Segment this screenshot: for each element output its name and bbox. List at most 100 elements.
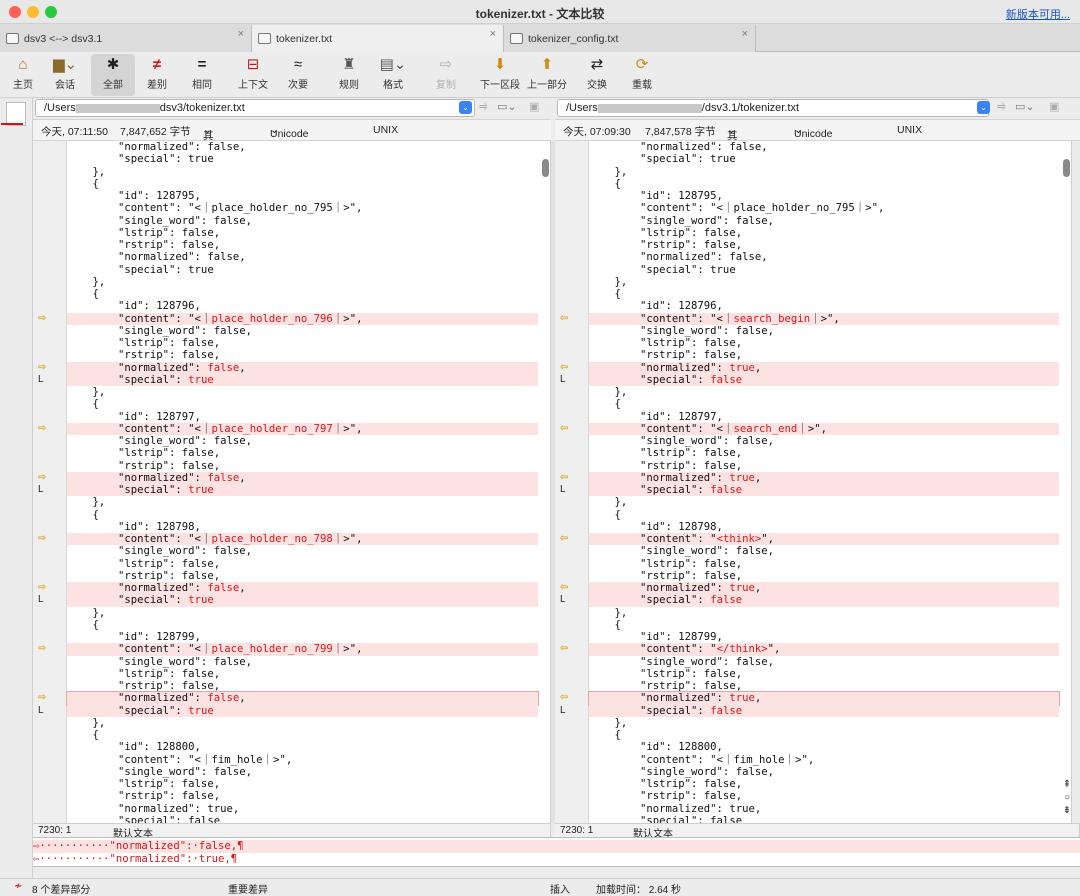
diff-arrow-icon[interactable]: ⇨ xyxy=(38,643,46,654)
line-ending[interactable]: UNIX xyxy=(897,124,922,136)
code-line[interactable]: "id": 128798, xyxy=(67,521,538,533)
diff-line[interactable]: "normalized": false, xyxy=(67,582,538,595)
diff-line[interactable]: "special": false xyxy=(589,484,1059,497)
code-line[interactable]: "id": 128796, xyxy=(67,300,538,312)
diff-line[interactable]: "content": "<｜search_end｜>", xyxy=(589,422,1059,435)
save-icon[interactable]: ▣ xyxy=(1049,100,1059,113)
left-code[interactable]: "normalized": false, "special": true }, … xyxy=(66,141,539,823)
diff-line[interactable]: "special": true xyxy=(67,704,538,717)
diff-line[interactable]: "normalized": true, xyxy=(589,471,1059,484)
diff-line[interactable]: "special": false xyxy=(589,704,1059,717)
right-code[interactable]: "normalized": false, "special": true }, … xyxy=(588,141,1060,823)
right-text-pane[interactable]: ⇦ ⇦ L ⇦ ⇦ L ⇦ ⇦ L ⇦ ⇦ L "normalized": false, "speci… xyxy=(555,141,1072,823)
diff-arrow-icon[interactable]: ⇦ xyxy=(560,472,568,483)
diff-arrow-icon[interactable]: ⇦ xyxy=(560,582,568,593)
diff-arrow-icon[interactable]: ⇦ xyxy=(560,313,568,324)
mode-select[interactable]: 其它一切 ⌄ xyxy=(203,124,214,187)
code-line[interactable]: }, xyxy=(67,717,538,729)
code-line[interactable]: "special": true xyxy=(589,264,1059,276)
session-button[interactable]: ▆⌄ 会话 xyxy=(43,54,87,96)
diff-line[interactable]: "normalized": true, xyxy=(588,691,1060,706)
diff-line[interactable]: "content": "<｜search_begin｜>", xyxy=(589,312,1059,325)
code-line[interactable]: }, xyxy=(589,717,1059,729)
path-dropdown-icon[interactable]: ⌄ xyxy=(977,101,990,114)
code-line[interactable]: "special": true xyxy=(67,264,538,276)
code-line[interactable]: "id": 128799, xyxy=(589,631,1059,643)
code-line[interactable]: "content": "<｜place_holder_no_795｜>", xyxy=(589,202,1059,214)
code-line[interactable]: "rstrip": false, xyxy=(67,570,538,582)
code-line[interactable]: "id": 128796, xyxy=(589,300,1059,312)
code-line[interactable]: { xyxy=(589,178,1059,190)
rules-button[interactable]: ♜ 规则 xyxy=(327,54,371,96)
path-dropdown-icon[interactable]: ⌄ xyxy=(459,101,472,114)
home-button[interactable]: ⌂ 主页 xyxy=(1,54,45,96)
code-line[interactable]: "lstrip": false, xyxy=(589,778,1059,790)
code-line[interactable]: "single_word": false, xyxy=(589,325,1059,337)
diff-line[interactable]: "special": false xyxy=(589,594,1059,607)
diff-line[interactable]: "special": true xyxy=(67,484,538,497)
code-line[interactable]: { xyxy=(589,729,1059,741)
next-section-button[interactable]: ⬇ 下一区段 xyxy=(476,54,524,96)
minor-button[interactable]: ≈ 次要 xyxy=(276,54,320,96)
code-line[interactable]: "rstrip": false, xyxy=(67,460,538,472)
copy-button[interactable]: ⇨ 复制 xyxy=(424,54,468,96)
code-line[interactable]: "id": 128795, xyxy=(589,190,1059,202)
code-line[interactable]: "rstrip": false, xyxy=(589,460,1059,472)
left-scrollbar-thumb[interactable] xyxy=(542,159,549,177)
code-line[interactable]: "id": 128797, xyxy=(589,411,1059,423)
code-line[interactable]: "lstrip": false, xyxy=(67,558,538,570)
diff-arrow-icon[interactable]: ⇨ xyxy=(38,423,46,434)
diff-arrow-icon[interactable]: ⇦ xyxy=(560,362,568,373)
code-line[interactable]: "single_word": false, xyxy=(589,545,1059,557)
code-line[interactable]: { xyxy=(67,619,538,631)
code-line[interactable]: "lstrip": false, xyxy=(67,337,538,349)
code-line[interactable]: "single_word": false, xyxy=(589,766,1059,778)
save-icon[interactable]: ▣ xyxy=(529,100,539,113)
mode-select[interactable]: 其它一切 ⌄ xyxy=(727,124,738,187)
code-line[interactable]: "single_word": false, xyxy=(67,766,538,778)
diff-line[interactable]: "normalized": true, xyxy=(589,361,1059,374)
code-line[interactable]: { xyxy=(67,178,538,190)
code-line[interactable]: "lstrip": false, xyxy=(589,227,1059,239)
code-line[interactable]: "content": "<｜fim_hole｜>", xyxy=(589,754,1059,766)
code-line[interactable]: "content": "<｜place_holder_no_795｜>", xyxy=(67,202,538,214)
right-path-field[interactable]: /Users/dsv3.1/tokenizer.txt xyxy=(557,99,989,117)
diff-arrow-icon[interactable]: ⇦ xyxy=(560,643,568,654)
code-line[interactable]: }, xyxy=(589,607,1059,619)
swap-button[interactable]: ⇄ 交换 xyxy=(575,54,619,96)
left-text-pane[interactable]: ⇨ ⇨ L ⇨ ⇨ L ⇨ ⇨ L ⇨ ⇨ L "normalized": false, "speci… xyxy=(33,141,551,823)
code-line[interactable]: "normalized": false, xyxy=(589,251,1059,263)
code-line[interactable]: "special": true xyxy=(589,153,1059,165)
code-line[interactable]: }, xyxy=(589,166,1059,178)
code-line[interactable]: }, xyxy=(67,496,538,508)
code-line[interactable]: "lstrip": false, xyxy=(589,558,1059,570)
diff-line[interactable]: "content": "<｜place_holder_no_799｜>", xyxy=(67,643,538,656)
diff-line[interactable]: "normalized": false, xyxy=(67,361,538,374)
code-line[interactable]: "rstrip": false, xyxy=(589,790,1059,802)
center-nav-icon[interactable]: ○ xyxy=(1062,791,1072,804)
diff-arrow-icon[interactable]: ⇨ xyxy=(38,533,46,544)
overview-strip[interactable] xyxy=(0,98,33,880)
tab-tokenizer-txt[interactable]: tokenizer.txt × xyxy=(252,25,504,52)
code-line[interactable]: { xyxy=(589,509,1059,521)
diff-arrow-icon[interactable]: ⇦ xyxy=(560,692,568,703)
code-line[interactable]: "rstrip": false, xyxy=(589,570,1059,582)
diff-arrow-icon[interactable]: ⇨ xyxy=(38,692,46,703)
code-line[interactable]: { xyxy=(589,398,1059,410)
code-line[interactable]: "normalized": true, xyxy=(589,803,1059,815)
code-line[interactable]: "single_word": false, xyxy=(67,325,538,337)
code-line[interactable]: "single_word": false, xyxy=(67,435,538,447)
prev-section-button[interactable]: ⬆ 上一部分 xyxy=(523,54,571,96)
code-line[interactable]: { xyxy=(67,509,538,521)
code-line[interactable]: }, xyxy=(589,496,1059,508)
code-line[interactable]: "rstrip": false, xyxy=(67,790,538,802)
same-button[interactable]: = 相同 xyxy=(180,54,224,96)
code-line[interactable]: "single_word": false, xyxy=(67,656,538,668)
left-gutter[interactable]: ⇨ ⇨ L ⇨ ⇨ L ⇨ ⇨ L ⇨ ⇨ L xyxy=(33,141,67,823)
code-line[interactable]: "lstrip": false, xyxy=(67,447,538,459)
reload-button[interactable]: ⟳ 重载 xyxy=(620,54,664,96)
diff-arrow-icon[interactable]: ⇨ xyxy=(38,313,46,324)
encoding-select[interactable]: Unicode (UTF-8) ⌄ xyxy=(270,124,309,152)
left-path-field[interactable]: /Users dsv3/tokenizer.txt xyxy=(35,99,475,117)
code-line[interactable]: "normalized": false, xyxy=(67,251,538,263)
